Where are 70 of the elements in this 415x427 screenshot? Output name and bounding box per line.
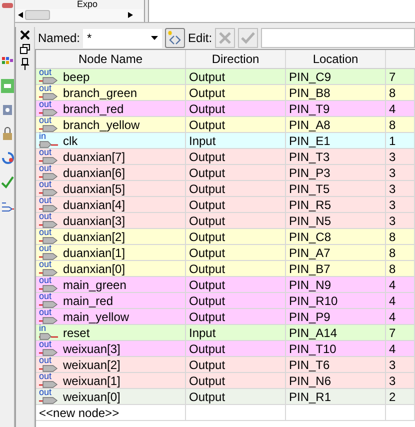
column-header[interactable]: Node Name (36, 50, 186, 68)
edit-label: Edit: (188, 30, 212, 47)
table-row[interactable]: out beep Output PIN_C9 7 (36, 69, 415, 85)
table-row[interactable]: out duanxian[6] Output PIN_P3 3 (36, 165, 415, 181)
horizontal-scrollbar[interactable] (16, 9, 143, 21)
node-name: duanxian[7] (63, 148, 126, 164)
table-row[interactable]: out duanxian[2] Output PIN_C8 8 (36, 229, 415, 245)
lock-icon[interactable] (0, 127, 14, 141)
check-icon[interactable] (0, 175, 14, 189)
node-name: duanxian[1] (63, 244, 126, 260)
refresh-icon[interactable] (0, 151, 14, 165)
restore-icon[interactable] (20, 44, 30, 54)
node-name: duanxian[6] (63, 164, 126, 180)
tree-item[interactable]: Expo (77, 0, 98, 9)
node-name: main_red (63, 292, 114, 308)
table-cell: PIN_R1 (286, 389, 386, 405)
scrollbar-thumb[interactable] (25, 10, 50, 20)
table-cell: 2 (386, 389, 415, 405)
table-row[interactable]: out main_yellow Output PIN_P9 4 (36, 309, 415, 325)
table-row[interactable]: out duanxian[1] Output PIN_A7 8 (36, 245, 415, 261)
node-name: weixuan[1] (63, 372, 120, 388)
node-name: branch_red (63, 100, 124, 116)
column-header[interactable]: Direction (186, 50, 286, 68)
table-row[interactable]: out weixuan[1] Output PIN_N6 3 (36, 373, 415, 389)
table-row[interactable]: out duanxian[3] Output PIN_N5 3 (36, 213, 415, 229)
node-name: reset (63, 324, 90, 340)
table-row[interactable]: out branch_red Output PIN_T9 4 (36, 101, 415, 117)
table-row[interactable]: out weixuan[0] Output PIN_R1 2 (36, 389, 415, 405)
node-name: main_yellow (63, 308, 130, 324)
table-cell: Output (186, 389, 286, 405)
table-row[interactable]: out main_green Output PIN_N9 4 (36, 277, 415, 293)
table-row[interactable]: in clk Input PIN_E1 1 (36, 133, 415, 149)
node-name: branch_yellow (63, 116, 140, 132)
node-name: duanxian[3] (63, 212, 126, 228)
close-icon[interactable] (20, 30, 30, 40)
dropdown-caret-icon (151, 36, 158, 40)
node-name: duanxian[5] (63, 180, 126, 196)
node-name: branch_green (63, 84, 138, 100)
cross-icon (219, 32, 232, 44)
node-name: duanxian[4] (63, 196, 126, 212)
checkmark-icon (241, 32, 256, 44)
node-name: weixuan[3] (63, 340, 120, 356)
table-row[interactable]: out duanxian[5] Output PIN_T5 3 (36, 181, 415, 197)
table-row[interactable]: out duanxian[4] Output PIN_R5 3 (36, 197, 415, 213)
node-name: clk (63, 132, 78, 148)
name-filter-dropdown[interactable]: * (83, 28, 162, 48)
table-row[interactable]: out weixuan[2] Output PIN_T6 3 (36, 357, 415, 373)
pin-icon[interactable] (21, 58, 29, 70)
node-name: duanxian[2] (63, 228, 126, 244)
sparkle-arrows-icon (167, 30, 184, 46)
chip-icon[interactable] (0, 103, 14, 117)
table-row[interactable]: out branch_green Output PIN_B8 8 (36, 85, 415, 101)
node-name: weixuan[2] (63, 356, 120, 372)
table-row[interactable]: out weixuan[3] Output PIN_T10 4 (36, 341, 415, 357)
node-name: main_green (63, 276, 126, 292)
new-node-cell[interactable]: <<new node>> (36, 405, 186, 421)
table-row[interactable]: out main_red Output PIN_R10 4 (36, 293, 415, 309)
node-name: beep (63, 68, 90, 84)
table-row[interactable]: in reset Input PIN_A14 7 (36, 325, 415, 341)
node-finder-button[interactable] (165, 28, 186, 48)
filter-label: Named: (38, 30, 80, 47)
table-row[interactable]: out duanxian[7] Output PIN_T3 3 (36, 149, 415, 165)
node-name: duanxian[0] (63, 260, 126, 276)
pin-planner-icon[interactable] (0, 79, 14, 93)
scroll-left-icon[interactable] (18, 12, 23, 18)
column-header[interactable]: Location (286, 50, 386, 68)
node-name: weixuan[0] (63, 388, 120, 404)
table-row[interactable]: out branch_yellow Output PIN_A8 8 (36, 117, 415, 133)
table-row[interactable]: out duanxian[0] Output PIN_B7 8 (36, 261, 415, 277)
scroll-right-icon[interactable] (128, 12, 133, 18)
